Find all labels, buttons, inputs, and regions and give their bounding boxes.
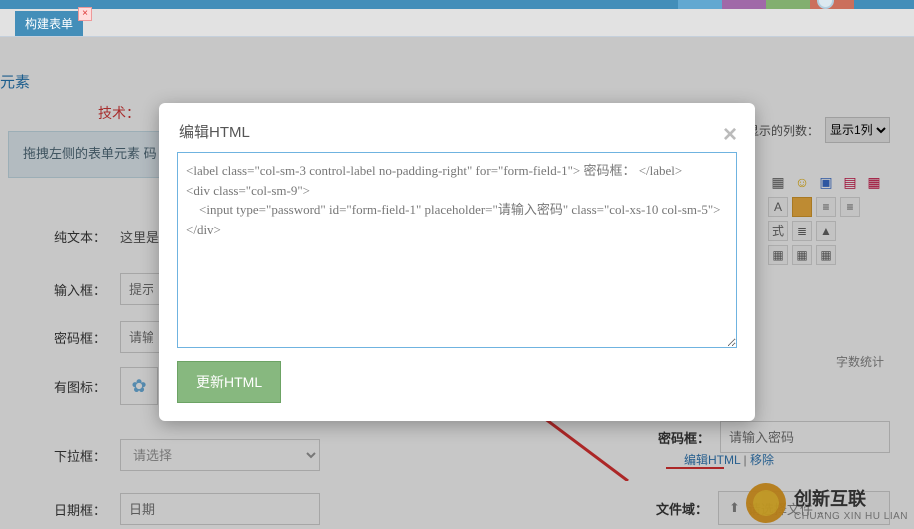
close-icon[interactable]: × [723,121,737,149]
update-html-button[interactable]: 更新HTML [177,361,281,403]
html-source-textarea[interactable]: <label class="col-sm-3 control-label no-… [177,152,737,348]
modal-overlay[interactable]: 编辑HTML × <label class="col-sm-3 control-… [0,37,914,529]
tab-close-icon[interactable]: × [78,7,92,21]
tab-build-form[interactable]: 构建表单 × [15,11,83,36]
tab-bar: 构建表单 × [0,9,914,37]
tab-label: 构建表单 [25,17,73,31]
edit-html-modal: 编辑HTML × <label class="col-sm-3 control-… [159,103,755,421]
nav-block[interactable] [766,0,810,9]
nav-block[interactable] [722,0,766,9]
top-navbar [0,0,914,9]
nav-block[interactable] [678,0,722,9]
modal-title: 编辑HTML [159,103,755,152]
